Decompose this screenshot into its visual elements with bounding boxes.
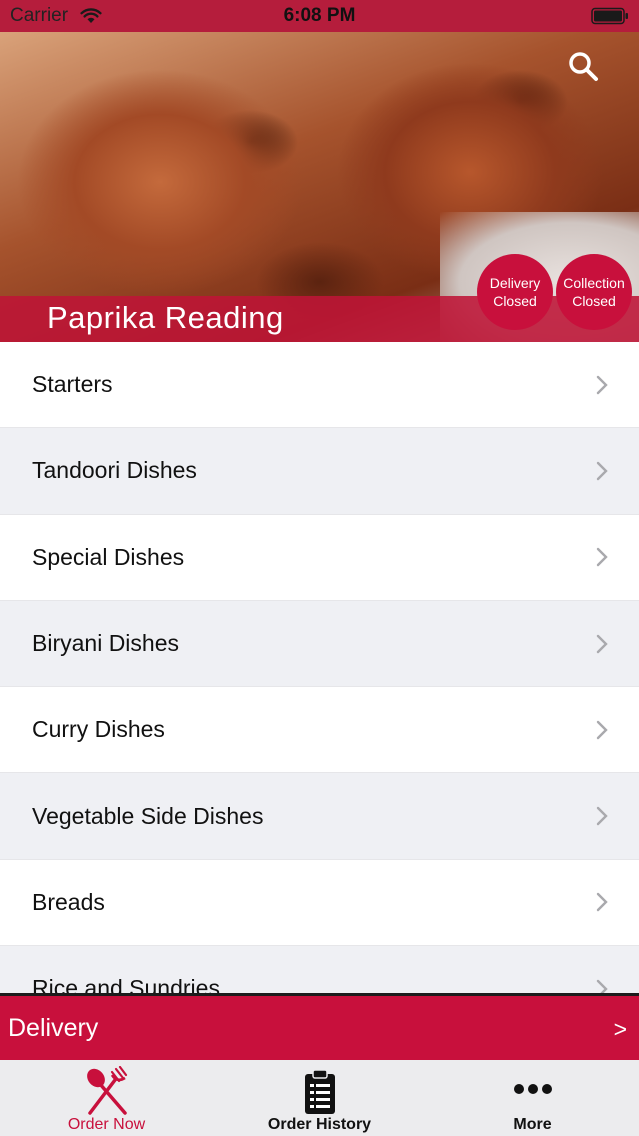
chevron-right-icon [596, 461, 608, 481]
search-icon[interactable] [567, 50, 601, 84]
delivery-status-line1: Delivery [489, 275, 541, 291]
menu-item-label: Curry Dishes [32, 716, 165, 743]
menu-item-label: Tandoori Dishes [32, 457, 197, 484]
delivery-mode-arrow: > [613, 1016, 627, 1042]
menu-item-biryani-dishes[interactable]: Biryani Dishes [0, 600, 639, 688]
chevron-right-icon [596, 893, 608, 912]
menu-item-starters[interactable]: Starters [0, 342, 639, 429]
menu-item-special-dishes[interactable]: Special Dishes [0, 514, 639, 601]
more-dots-icon [513, 1084, 552, 1094]
fork-knife-icon [86, 1066, 127, 1115]
tab-order-now-label: Order Now [67, 1116, 146, 1133]
menu-item-label: Vegetable Side Dishes [32, 802, 264, 829]
menu-item-tandoori-dishes[interactable]: Tandoori Dishes [0, 428, 639, 515]
menu-item-curry-dishes[interactable]: Curry Dishes [0, 687, 639, 774]
hero-banner: Paprika Reading Delivery Closed Collecti… [0, 32, 639, 342]
wifi-icon [80, 8, 102, 23]
delivery-mode-bar[interactable]: Delivery > [0, 993, 639, 1060]
chevron-right-icon [596, 548, 608, 567]
tab-bar: Order Now Order History More [0, 1060, 639, 1136]
chevron-right-icon [596, 634, 608, 653]
battery-icon [591, 7, 628, 25]
chevron-right-icon [596, 979, 608, 993]
collection-status-badge: Collection Closed [556, 254, 632, 330]
collection-status-line1: Collection [563, 275, 625, 291]
collection-status-line2: Closed [572, 293, 616, 309]
tab-more[interactable]: More [426, 1060, 639, 1136]
menu-item-rice-and-sundries[interactable]: Rice and Sundries [0, 946, 639, 993]
carrier-label: Carrier [10, 5, 69, 26]
tab-order-history[interactable]: Order History [213, 1060, 426, 1136]
delivery-status-line2: Closed [493, 293, 537, 309]
tab-more-label: More [513, 1116, 552, 1133]
menu-item-label: Starters [32, 371, 113, 398]
restaurant-name: Paprika Reading [47, 300, 284, 335]
tab-order-history-label: Order History [267, 1116, 372, 1133]
menu-item-label: Biryani Dishes [32, 630, 179, 657]
menu-item-label: Special Dishes [32, 543, 185, 570]
delivery-mode-label: Delivery [8, 1014, 99, 1042]
menu-item-vegetable-side-dishes[interactable]: Vegetable Side Dishes [0, 773, 639, 860]
menu-category-list: Starters Tandoori Dishes Special Dishes … [0, 342, 639, 993]
menu-item-label: Breads [32, 888, 105, 915]
clipboard-list-icon [304, 1069, 335, 1114]
tab-order-now[interactable]: Order Now [0, 1060, 213, 1136]
chevron-right-icon [596, 806, 608, 826]
status-bar: Carrier 6:08 PM [0, 0, 639, 32]
delivery-status-badge: Delivery Closed [477, 254, 553, 330]
chevron-right-icon [596, 720, 608, 740]
menu-item-label: Rice and Sundries [32, 975, 220, 993]
chevron-right-icon [596, 375, 608, 394]
menu-item-breads[interactable]: Breads [0, 859, 639, 947]
